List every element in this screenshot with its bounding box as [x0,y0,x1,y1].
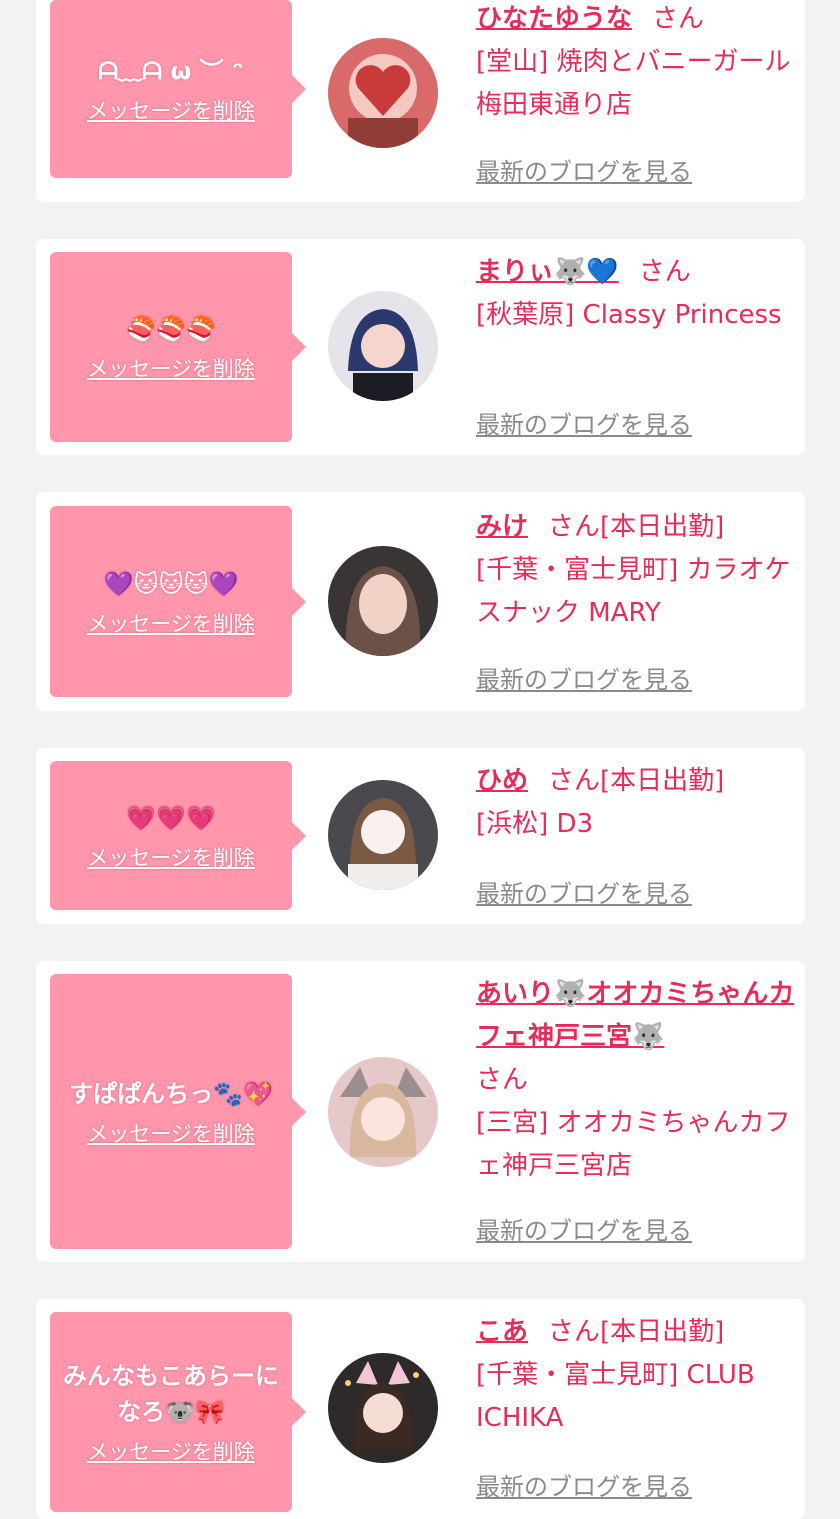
avatar[interactable] [328,291,438,401]
favorite-card: 🍣🍣🍣 メッセージを削除 まりぃ🐺💙 さん [秋葉原] Classy Prince… [36,239,805,455]
blog-link[interactable]: 最新のブログを見る [476,152,692,187]
delete-message-button[interactable]: メッセージを削除 [87,1436,255,1466]
cast-name-link[interactable]: あいり🐺オオカミちゃんカフェ神戸三宮🐺 [476,979,794,1052]
cast-name-link[interactable]: ひなたゆうな [476,4,632,34]
delete-message-button[interactable]: メッセージを削除 [87,842,255,872]
delete-message-button[interactable]: メッセージを削除 [87,608,255,638]
name-row: こあ さん[本日出勤] [476,1311,796,1354]
delete-message-button[interactable]: メッセージを削除 [87,95,255,125]
shop-name: [浜松] D3 [476,809,594,839]
message-bubble: 💗💗💗 メッセージを削除 [50,761,306,910]
shop-name: [三宮] オオカミちゃんカフェ神戸三宮店 [476,1108,791,1181]
name-row: みけ さん[本日出勤] [476,506,796,549]
cast-info: ひめ さん[本日出勤] [浜松] D3 [476,760,796,846]
avatar[interactable] [328,780,438,890]
message-text: ᗩ﹏ᗩ ω ︶ ᵔ [98,57,244,85]
avatar[interactable] [328,1057,438,1167]
name-row: ひめ さん[本日出勤] [476,760,796,803]
cast-info: こあ さん[本日出勤] [千葉・富士見町] CLUB ICHIKA [476,1311,796,1440]
delete-message-button[interactable]: メッセージを削除 [87,353,255,383]
message-bubble: ᗩ﹏ᗩ ω ︶ ᵔ メッセージを削除 [50,0,306,178]
avatar[interactable] [328,1353,438,1463]
message-bubble: すぱぱんちっ🐾💖 メッセージを削除 [50,974,306,1249]
avatar[interactable] [328,546,438,656]
status-label: [本日出勤] [600,1317,725,1347]
message-text: 💗💗💗 [126,803,216,832]
name-row: まりぃ🐺💙 さん [476,251,796,294]
honorific: さん [548,512,601,542]
message-text: 🍣🍣🍣 [126,315,216,343]
favorite-card: 💜🐱🐱🐱💜 メッセージを削除 みけ さん[本日出勤] [千葉・富士見町] カラオケ… [36,492,805,711]
favorite-card: 💗💗💗 メッセージを削除 ひめ さん[本日出勤] [浜松] D3 最新のブログを見… [36,748,805,924]
cast-name-link[interactable]: まりぃ🐺💙 [476,257,619,287]
shop-name: [秋葉原] Classy Princess [476,300,782,330]
favorite-card: ᗩ﹏ᗩ ω ︶ ᵔ メッセージを削除 ひなたゆうな さん [堂山] 焼肉とバニーガ… [36,0,805,202]
shop-name: [千葉・富士見町] CLUB ICHIKA [476,1360,755,1433]
honorific: さん [476,1065,529,1095]
cast-info: まりぃ🐺💙 さん [秋葉原] Classy Princess [476,251,796,337]
cast-name-link[interactable]: こあ [476,1317,528,1347]
honorific: さん [548,1317,601,1347]
shop-name: [堂山] 焼肉とバニーガール梅田東通り店 [476,47,791,120]
message-text: みんなもこあらーになろ🐨🎀 [63,1362,279,1426]
cast-name-link[interactable]: みけ [476,512,528,542]
message-bubble: 🍣🍣🍣 メッセージを削除 [50,252,306,442]
name-row: あいり🐺オオカミちゃんカフェ神戸三宮🐺 さん [476,973,796,1102]
blog-link[interactable]: 最新のブログを見る [476,405,692,440]
cast-info: ひなたゆうな さん [堂山] 焼肉とバニーガール梅田東通り店 [476,0,796,127]
honorific: さん [548,766,601,796]
cast-name-link[interactable]: ひめ [476,766,528,796]
blog-link[interactable]: 最新のブログを見る [476,874,692,909]
honorific: さん [652,4,705,34]
message-text: 💜🐱🐱🐱💜 [103,569,239,598]
favorite-card: みんなもこあらーになろ🐨🎀 メッセージを削除 こあ さん[本日出勤] [千葉・富士… [36,1299,805,1519]
status-label: [本日出勤] [600,512,725,542]
message-bubble: 💜🐱🐱🐱💜 メッセージを削除 [50,506,306,697]
cast-info: みけ さん[本日出勤] [千葉・富士見町] カラオケスナック MARY [476,506,796,635]
blog-link[interactable]: 最新のブログを見る [476,660,692,695]
name-row: ひなたゆうな さん [476,0,796,41]
blog-link[interactable]: 最新のブログを見る [476,1211,692,1246]
delete-message-button[interactable]: メッセージを削除 [87,1118,255,1148]
status-label: [本日出勤] [600,766,725,796]
message-text: すぱぱんちっ🐾💖 [69,1079,273,1108]
blog-link[interactable]: 最新のブログを見る [476,1467,692,1502]
shop-name: [千葉・富士見町] カラオケスナック MARY [476,555,791,628]
favorite-card: すぱぱんちっ🐾💖 メッセージを削除 あいり🐺オオカミちゃんカフェ神戸三宮🐺 さん … [36,961,805,1262]
cast-info: あいり🐺オオカミちゃんカフェ神戸三宮🐺 さん [三宮] オオカミちゃんカフェ神戸三… [476,973,796,1188]
message-bubble: みんなもこあらーになろ🐨🎀 メッセージを削除 [50,1312,306,1512]
honorific: さん [638,257,691,287]
avatar[interactable] [328,38,438,148]
